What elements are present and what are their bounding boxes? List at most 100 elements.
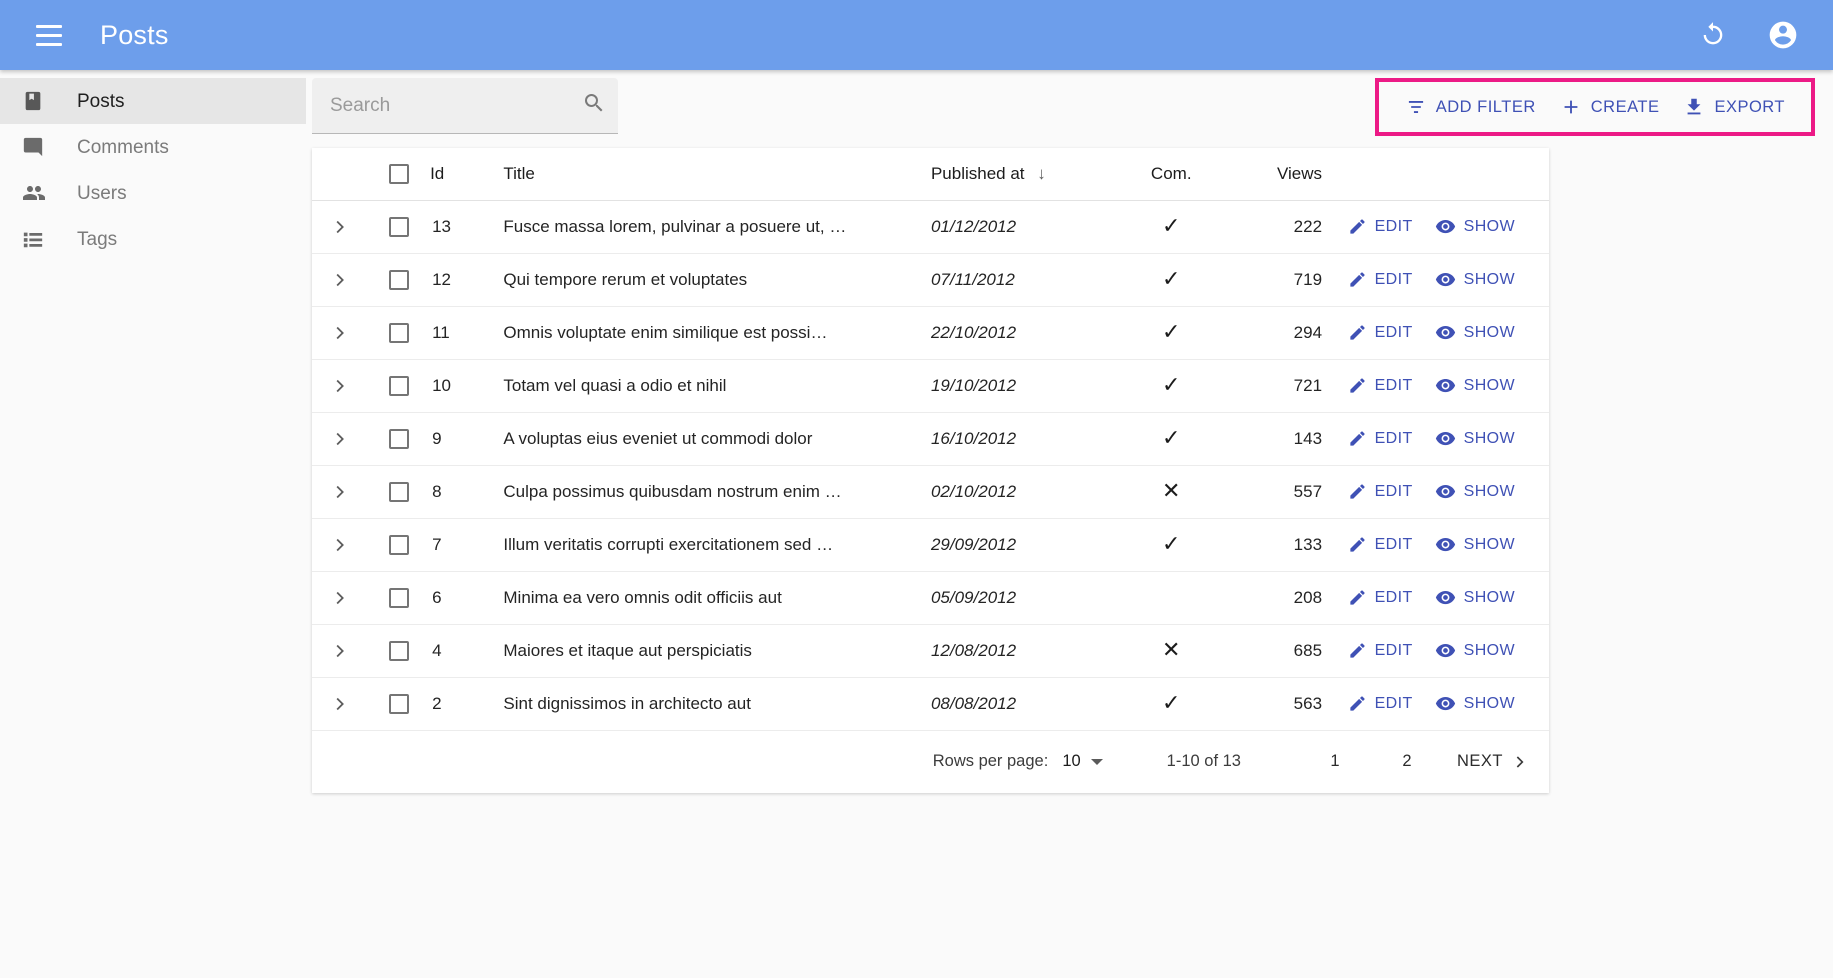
- edit-button[interactable]: EDIT: [1340, 423, 1421, 454]
- show-button[interactable]: SHOW: [1427, 475, 1523, 508]
- row-select-cell[interactable]: [366, 359, 431, 413]
- row-select-cell[interactable]: [366, 412, 431, 466]
- row-select-cell[interactable]: [366, 518, 431, 572]
- account-circle-icon[interactable]: [1759, 11, 1807, 59]
- table-row[interactable]: 6 Minima ea vero omnis odit officiis aut 0…: [312, 571, 1549, 625]
- comment-icon: [22, 133, 52, 161]
- table-row[interactable]: 8 Culpa possimus quibusdam nostrum enim ……: [312, 465, 1549, 519]
- show-label: SHOW: [1463, 323, 1515, 341]
- search-input[interactable]: [330, 94, 582, 117]
- hamburger-menu-icon[interactable]: [26, 12, 72, 58]
- row-checkbox[interactable]: [388, 534, 409, 555]
- row-checkbox[interactable]: [388, 375, 409, 396]
- show-button[interactable]: SHOW: [1427, 634, 1523, 667]
- edit-button[interactable]: EDIT: [1340, 476, 1421, 507]
- select-all-checkbox[interactable]: [388, 163, 409, 184]
- search-field[interactable]: [312, 78, 618, 134]
- edit-button[interactable]: EDIT: [1340, 211, 1421, 242]
- sidebar-item-posts[interactable]: Posts: [0, 78, 306, 124]
- row-select-cell[interactable]: [366, 465, 431, 519]
- table-row[interactable]: 4 Maiores et itaque aut perspiciatis 12/08…: [312, 624, 1549, 678]
- show-label: SHOW: [1463, 641, 1515, 659]
- header-title[interactable]: Title: [503, 148, 931, 201]
- export-button[interactable]: EXPORT: [1671, 86, 1797, 128]
- row-select-cell[interactable]: [366, 624, 431, 678]
- refresh-icon[interactable]: [1689, 11, 1737, 59]
- expand-row-icon[interactable]: [312, 360, 367, 412]
- table-row[interactable]: 10 Totam vel quasi a odio et nihil 19/10/2…: [312, 359, 1549, 413]
- row-expand-cell[interactable]: [312, 253, 367, 307]
- row-checkbox[interactable]: [388, 322, 409, 343]
- row-checkbox[interactable]: [388, 640, 409, 661]
- edit-button[interactable]: EDIT: [1340, 370, 1421, 401]
- expand-row-icon[interactable]: [312, 466, 367, 518]
- edit-button[interactable]: EDIT: [1340, 317, 1421, 348]
- sidebar-item-users[interactable]: Users: [0, 170, 306, 216]
- next-page-button[interactable]: NEXT: [1457, 752, 1529, 772]
- row-select-cell[interactable]: [366, 306, 431, 360]
- table-row[interactable]: 12 Qui tempore rerum et voluptates 07/11/2…: [312, 253, 1549, 307]
- expand-row-icon[interactable]: [312, 519, 367, 571]
- row-commentable: [1124, 571, 1219, 625]
- show-button[interactable]: SHOW: [1427, 263, 1523, 296]
- row-checkbox[interactable]: [388, 216, 409, 237]
- header-views[interactable]: Views: [1218, 148, 1331, 201]
- search-icon[interactable]: [582, 91, 606, 120]
- row-checkbox[interactable]: [388, 693, 409, 714]
- row-checkbox[interactable]: [388, 587, 409, 608]
- row-checkbox[interactable]: [388, 269, 409, 290]
- row-checkbox[interactable]: [388, 481, 409, 502]
- expand-row-icon[interactable]: [312, 413, 367, 465]
- header-comments[interactable]: Com.: [1124, 148, 1219, 201]
- rows-per-page-select[interactable]: 10: [1062, 752, 1103, 771]
- create-button[interactable]: CREATE: [1548, 86, 1672, 128]
- edit-button[interactable]: EDIT: [1340, 688, 1421, 719]
- row-expand-cell[interactable]: [312, 306, 367, 360]
- row-select-cell[interactable]: [366, 253, 431, 307]
- show-button[interactable]: SHOW: [1427, 687, 1523, 720]
- row-select-cell[interactable]: [366, 571, 431, 625]
- sidebar-item-tags[interactable]: Tags: [0, 216, 306, 262]
- row-expand-cell[interactable]: [312, 624, 367, 678]
- row-select-cell[interactable]: [366, 200, 431, 254]
- row-expand-cell[interactable]: [312, 465, 367, 519]
- show-button[interactable]: SHOW: [1427, 210, 1523, 243]
- expand-row-icon[interactable]: [312, 572, 367, 624]
- show-button[interactable]: SHOW: [1427, 316, 1523, 349]
- page-button-1[interactable]: 1: [1313, 742, 1357, 782]
- header-select-all[interactable]: [366, 148, 431, 201]
- pencil-icon: [1348, 482, 1375, 501]
- table-row[interactable]: 2 Sint dignissimos in architecto aut 08/08…: [312, 677, 1549, 731]
- row-expand-cell[interactable]: [312, 677, 367, 731]
- row-expand-cell[interactable]: [312, 571, 367, 625]
- header-id[interactable]: Id: [430, 148, 504, 201]
- expand-row-icon[interactable]: [312, 625, 367, 677]
- table-row[interactable]: 7 Illum veritatis corrupti exercitationem…: [312, 518, 1549, 572]
- add-filter-button[interactable]: ADD FILTER: [1393, 86, 1548, 128]
- edit-button[interactable]: EDIT: [1340, 264, 1421, 295]
- expand-row-icon[interactable]: [312, 678, 367, 730]
- row-select-cell[interactable]: [366, 677, 431, 731]
- edit-button[interactable]: EDIT: [1340, 582, 1421, 613]
- edit-button[interactable]: EDIT: [1340, 529, 1421, 560]
- table-row[interactable]: 11 Omnis voluptate enim similique est pos…: [312, 306, 1549, 360]
- row-checkbox[interactable]: [388, 428, 409, 449]
- header-published-at[interactable]: Published at ↓: [930, 148, 1125, 201]
- expand-row-icon[interactable]: [312, 201, 367, 253]
- show-button[interactable]: SHOW: [1427, 528, 1523, 561]
- table-row[interactable]: 13 Fusce massa lorem, pulvinar a posuere …: [312, 200, 1549, 254]
- edit-button[interactable]: EDIT: [1340, 635, 1421, 666]
- page-button-2[interactable]: 2: [1385, 742, 1429, 782]
- row-expand-cell[interactable]: [312, 200, 367, 254]
- expand-row-icon[interactable]: [312, 254, 367, 306]
- expand-row-icon[interactable]: [312, 307, 367, 359]
- table-row[interactable]: 9A voluptas eius eveniet ut commodi dolo…: [312, 412, 1549, 466]
- sidebar-item-comments[interactable]: Comments: [0, 124, 306, 170]
- row-expand-cell[interactable]: [312, 412, 367, 466]
- row-expand-cell[interactable]: [312, 359, 367, 413]
- row-expand-cell[interactable]: [312, 518, 367, 572]
- show-button[interactable]: SHOW: [1427, 422, 1523, 455]
- show-button[interactable]: SHOW: [1427, 369, 1523, 402]
- sidebar-item-label: Users: [77, 182, 127, 204]
- show-button[interactable]: SHOW: [1427, 581, 1523, 614]
